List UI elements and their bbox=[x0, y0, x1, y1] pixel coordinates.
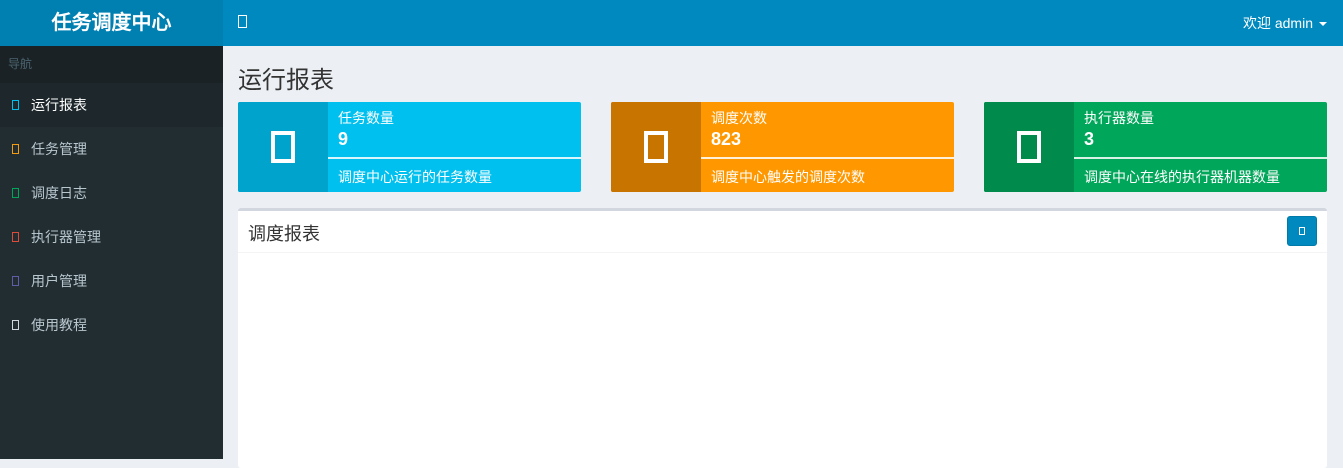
info-box-progress bbox=[1074, 157, 1327, 159]
sidebar-item-run-report[interactable]: 运行报表 bbox=[0, 83, 223, 127]
circle-icon bbox=[12, 144, 19, 154]
sidebar-item-label: 调度日志 bbox=[31, 185, 87, 201]
sidebar-toggle-icon[interactable] bbox=[238, 15, 247, 28]
report-chart-area bbox=[238, 253, 1327, 468]
info-box-task-count: 任务数量 9 调度中心运行的任务数量 bbox=[238, 102, 581, 192]
dispatch-report-box: 调度报表 bbox=[238, 208, 1327, 468]
circle-icon bbox=[12, 232, 19, 242]
circle-icon bbox=[12, 320, 19, 330]
info-box-executor-count: 执行器数量 3 调度中心在线的执行器机器数量 bbox=[984, 102, 1327, 192]
sidebar-item-label: 使用教程 bbox=[31, 317, 87, 333]
box-header: 调度报表 bbox=[238, 211, 1327, 253]
app-logo[interactable]: 任务调度中心 bbox=[0, 0, 223, 46]
calendar-icon bbox=[1299, 227, 1305, 235]
info-box-dispatch-count: 调度次数 823 调度中心触发的调度次数 bbox=[611, 102, 954, 192]
sidebar-item-user-management[interactable]: 用户管理 bbox=[0, 259, 223, 303]
info-box-description: 调度中心触发的调度次数 bbox=[711, 169, 865, 185]
page-title: 运行报表 bbox=[238, 67, 334, 94]
flag-icon bbox=[238, 102, 328, 192]
info-box-number: 9 bbox=[338, 129, 349, 149]
main-header: 任务调度中心 欢迎 admin bbox=[0, 0, 1343, 46]
sidebar-item-label: 用户管理 bbox=[31, 273, 87, 289]
sidebar-item-tutorial[interactable]: 使用教程 bbox=[0, 303, 223, 347]
sidebar-item-label: 执行器管理 bbox=[31, 229, 101, 245]
date-range-button[interactable] bbox=[1287, 216, 1317, 246]
user-menu[interactable]: 欢迎 admin bbox=[1243, 0, 1327, 46]
info-box-number: 3 bbox=[1084, 129, 1095, 149]
info-box-description: 调度中心在线的执行器机器数量 bbox=[1084, 169, 1280, 185]
sidebar-item-executor-management[interactable]: 执行器管理 bbox=[0, 215, 223, 259]
sidebar-item-task-management[interactable]: 任务管理 bbox=[0, 127, 223, 171]
circle-icon bbox=[12, 276, 19, 286]
info-box-description: 调度中心运行的任务数量 bbox=[338, 169, 492, 185]
box-title: 调度报表 bbox=[248, 224, 320, 244]
calendar-icon bbox=[611, 102, 701, 192]
info-box-label: 调度次数 bbox=[711, 110, 767, 126]
caret-down-icon bbox=[1319, 22, 1327, 26]
sidebar-item-label: 运行报表 bbox=[31, 97, 87, 113]
server-icon bbox=[984, 102, 1074, 192]
sidebar-item-label: 任务管理 bbox=[31, 141, 87, 157]
circle-icon bbox=[12, 188, 19, 198]
info-box-label: 执行器数量 bbox=[1084, 110, 1154, 126]
user-greeting: 欢迎 admin bbox=[1242, 15, 1313, 31]
info-box-progress bbox=[701, 157, 954, 159]
content-wrapper: 运行报表 任务数量 9 调度中心运行的任务数量 调度次数 823 调度中心触发的… bbox=[223, 46, 1343, 468]
info-box-progress bbox=[328, 157, 581, 159]
sidebar: 导航 运行报表 任务管理 调度日志 执行器管理 用户管理 使用教程 bbox=[0, 46, 223, 459]
circle-icon bbox=[12, 100, 19, 110]
info-box-label: 任务数量 bbox=[338, 110, 394, 126]
info-box-number: 823 bbox=[711, 129, 742, 149]
sidebar-item-dispatch-log[interactable]: 调度日志 bbox=[0, 171, 223, 215]
sidebar-nav-header: 导航 bbox=[0, 46, 223, 83]
